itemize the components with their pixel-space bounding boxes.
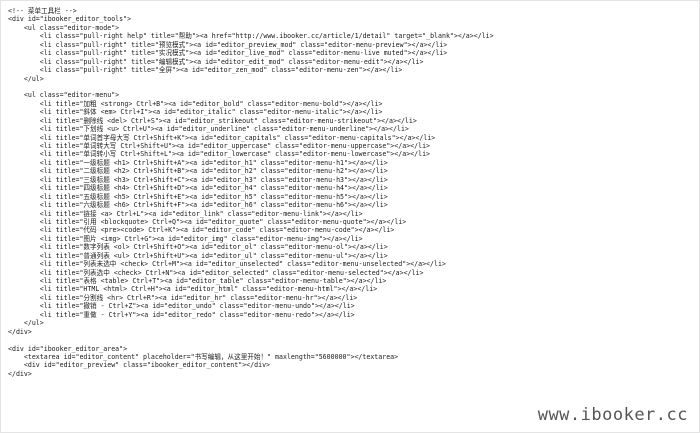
code-line: <li title="重做 - Ctrl+Y"><a id="editor_re… [8,310,355,319]
code-line: <ul class="editor-menu"> [8,91,120,100]
code-line: <div id="editor_preview" class="ibooker_… [8,361,271,370]
code-line: <ul class="editor-mode"> [8,23,120,32]
code-line: <li class="pull-right" title="全屏"><a id=… [8,66,403,75]
code-line: <li title="分割线 <hr> Ctrl+R"><a id="edito… [8,293,358,302]
code-line: <li title="链接 <a> Ctrl+L"><a id="editor_… [8,209,363,218]
code-line: <li title="HTML <html> Ctrl+H"><a id="ed… [8,285,378,294]
code-line: <li title="列表选中 <check> Ctrl+N"><a id="e… [8,268,424,277]
code-line: <li title="代码 <pre><code> Ctrl+K"><a id=… [8,226,395,235]
code-line: <li class="pull-right help" title="帮助"><… [8,32,494,41]
code-line: <li title="斜体 <em> Ctrl+I"><a id="editor… [8,108,383,117]
code-line: <li title="普通列表 <ul> Ctrl+Shift+U"><a id… [8,251,388,260]
code-line: <div id="ibooker_editor_area"> [8,344,128,353]
code-line: <li title="一级标题 <h1> Ctrl+Shift+A"><a id… [8,158,388,167]
code-line: <li title="撤销 - Ctrl+Z"><a id="editor_un… [8,302,355,311]
code-line: </ul> [8,319,44,328]
code-line: </div> [8,369,32,378]
code-line: <li title="三级标题 <h3> Ctrl+Shift+C"><a id… [8,175,388,184]
code-line: <li title="四级标题 <h4> Ctrl+Shift+D"><a id… [8,184,388,193]
code-line: <li title="数字列表 <ol> Ctrl+Shift+O"><a id… [8,243,388,252]
code-line: <li title="单词转大写 Ctrl+Shift+U"><a id="ed… [8,142,431,150]
code-line: <li title="二级标题 <h2> Ctrl+Shift+B"><a id… [8,167,388,176]
code-line: <div id="ibooker_editor_tools"> [8,15,132,24]
code-line: <li title="下划线 <u> Ctrl+U"><a id="editor… [8,125,409,134]
code-line: <li title="加粗 <strong> Ctrl+B"><a id="ed… [8,99,383,108]
code-line: <textarea id="editor_content" placeholde… [8,352,399,361]
code-line: </div> [8,327,32,336]
code-line: </ul> [8,74,44,83]
code-line: <li title="列表未选中 <check> Ctrl+M"><a id="… [8,260,446,269]
code-line: <li title="删除线 <del> Ctrl+S"><a id="edit… [8,116,417,125]
code-line: <li class="pull-right" title="编辑模式"><a i… [8,57,424,66]
site-watermark: www.ibooker.cc [537,405,688,425]
code-line: <li title="六级标题 <h6> Ctrl+Shift+F"><a id… [8,201,388,210]
code-listing: <!-- 菜单工具栏 --> <div id="ibooker_editor_to… [0,0,700,433]
code-line: <li title="表格 <table> Ctrl+T"><a id="edi… [8,277,387,285]
code-line: <li title="五级标题 <h5> Ctrl+Shift+E"><a id… [8,192,388,201]
code-line: <li title="引用 <blockquote> Ctrl+Q"><a id… [8,217,407,226]
code-line: <li class="pull-right" title="实况模式"><a i… [8,49,448,58]
code-line: <!-- 菜单工具栏 --> [8,7,77,15]
code-line: <li title="单词转小写 Ctrl+Shift+L"><a id="ed… [8,150,431,159]
code-line: <li class="pull-right" title="预览模式"><a i… [8,40,448,49]
code-line: <li title="单词首字母大写 Ctrl+Shift+K"><a id="… [8,133,436,142]
code-line: <li title="图片 <img> Ctrl+G"><a id="edito… [8,234,363,243]
